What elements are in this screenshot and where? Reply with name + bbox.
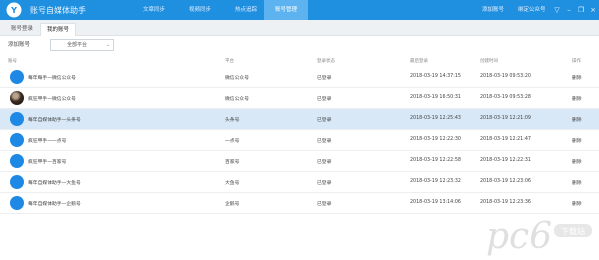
created-time: 2018-03-19 12:23:36 (480, 200, 531, 205)
column-header-last-login: 最后登录 (410, 59, 428, 64)
avatar (10, 154, 24, 168)
login-status: 已登录 (317, 118, 332, 123)
last-login: 2018-03-19 12:22:30 (410, 137, 461, 142)
login-status: 已登录 (317, 139, 332, 144)
nav-item-video-sync[interactable]: 视频同步 (180, 0, 220, 20)
platform: 微信公众号 (225, 97, 249, 102)
avatar (10, 70, 24, 84)
table-row[interactable]: 疯狂甲手—百家号 百家号 已登录 2018-03-19 12:22:58 201… (0, 151, 599, 172)
add-account-button[interactable]: 添加账号 (8, 40, 30, 48)
platform: 头条号 (225, 118, 240, 123)
created-time: 2018-03-19 12:22:31 (480, 158, 531, 163)
login-status: 已登录 (317, 181, 332, 186)
chevron-down-icon: ⌄ (105, 42, 110, 48)
account-name: 每年自媒体助手—头条号 (28, 118, 81, 123)
column-header-account: 账号 (8, 59, 17, 64)
created-time: 2018-03-19 09:53:28 (480, 95, 531, 100)
platform: 一点号 (225, 139, 240, 144)
app-logo-icon: Y (6, 2, 22, 18)
last-login: 2018-03-19 12:25:43 (410, 116, 461, 121)
nav-item-account-management[interactable]: 账号管理 (264, 0, 308, 20)
watermark-logo: pc6 下载站 (486, 216, 592, 256)
watermark-subtext: 下载站 (561, 226, 585, 236)
platform: 百家号 (225, 160, 240, 165)
delete-button[interactable]: 删除 (572, 116, 582, 123)
last-login: 2018-03-19 12:23:32 (410, 179, 461, 184)
avatar (10, 112, 24, 126)
delete-button[interactable]: 删除 (572, 137, 582, 144)
login-status: 已登录 (317, 160, 332, 165)
created-time: 2018-03-19 12:23:06 (480, 179, 531, 184)
platform-select-value: 全部平台 (66, 42, 87, 48)
table-row[interactable]: 疯狂甲手—微信公众号 微信公众号 已登录 2018-03-19 16:50:31… (0, 88, 599, 109)
platform-select[interactable]: 全部平台 ⌄ (50, 39, 114, 51)
delete-button[interactable]: 删除 (572, 74, 582, 81)
dropdown-icon[interactable]: ▽ (552, 4, 562, 16)
app-title: 账号自媒体助手 (30, 6, 86, 15)
login-status: 已登录 (317, 76, 332, 81)
last-login: 2018-03-19 16:50:31 (410, 95, 461, 100)
login-status: 已登录 (317, 97, 332, 102)
account-name: 每年每手—微信公众号 (28, 76, 76, 81)
nav-item-hot-tracking[interactable]: 热点追踪 (226, 0, 266, 20)
nav-item-article-sync[interactable]: 文章同步 (134, 0, 174, 20)
close-icon[interactable]: × (588, 4, 598, 16)
minimize-icon[interactable]: – (564, 4, 574, 16)
account-name: 每年自媒体助手—大鱼号 (28, 181, 81, 186)
delete-button[interactable]: 删除 (572, 179, 582, 186)
column-header-action: 操作 (572, 59, 581, 64)
table-row[interactable]: 每年每手—微信公众号 微信公众号 已登录 2018-03-19 14:37:15… (0, 67, 599, 88)
column-header-platform: 平台 (225, 59, 234, 64)
bind-wechat-link[interactable]: 绑定公众号 (518, 0, 546, 20)
account-name: 每年自媒体助手—企鹅号 (28, 202, 81, 207)
created-time: 2018-03-19 12:21:09 (480, 116, 531, 121)
table-row[interactable]: 疯狂甲手—一点号 一点号 已登录 2018-03-19 12:22:30 201… (0, 130, 599, 151)
account-name: 疯狂甲手—一点号 (28, 139, 67, 144)
platform: 企鹅号 (225, 202, 240, 207)
watermark-text: pc6 (486, 216, 552, 256)
platform: 大鱼号 (225, 181, 240, 186)
svg-text:Y: Y (10, 6, 17, 15)
column-header-login-status: 登录状态 (317, 59, 335, 64)
avatar (10, 175, 24, 189)
account-name: 疯狂甲手—微信公众号 (28, 97, 76, 102)
toolbar: 添加账号 全部平台 ⌄ (0, 36, 599, 54)
last-login: 2018-03-19 14:37:15 (410, 74, 461, 79)
account-name: 疯狂甲手—百家号 (28, 160, 67, 165)
tab-my-accounts[interactable]: 我的账号 (40, 23, 76, 36)
tab-account-login[interactable]: 账号登录 (6, 23, 38, 35)
table-row[interactable]: 每年自媒体助手—头条号 头条号 已登录 2018-03-19 12:25:43 … (0, 109, 599, 130)
login-status: 已登录 (317, 202, 332, 207)
delete-button[interactable]: 删除 (572, 158, 582, 165)
last-login: 2018-03-19 13:14:06 (410, 200, 461, 205)
title-bar: Y 账号自媒体助手 文章同步 视频同步 热点追踪 账号管理 添加账号 绑定公众号… (0, 0, 599, 20)
column-header-created: 创建时间 (480, 59, 498, 64)
restore-icon[interactable]: ❐ (576, 4, 586, 16)
platform: 微信公众号 (225, 76, 249, 81)
avatar (10, 133, 24, 147)
created-time: 2018-03-19 12:21:47 (480, 137, 531, 142)
sub-tabs: 账号登录 我的账号 (0, 20, 599, 36)
add-account-link[interactable]: 添加账号 (482, 0, 504, 20)
avatar (10, 91, 24, 105)
last-login: 2018-03-19 12:22:58 (410, 158, 461, 163)
table-row[interactable]: 每年自媒体助手—大鱼号 大鱼号 已登录 2018-03-19 12:23:32 … (0, 172, 599, 193)
table-header: 账号 平台 登录状态 最后登录 创建时间 操作 (0, 56, 599, 66)
avatar (10, 196, 24, 210)
delete-button[interactable]: 删除 (572, 95, 582, 102)
created-time: 2018-03-19 09:53:20 (480, 74, 531, 79)
delete-button[interactable]: 删除 (572, 200, 582, 207)
